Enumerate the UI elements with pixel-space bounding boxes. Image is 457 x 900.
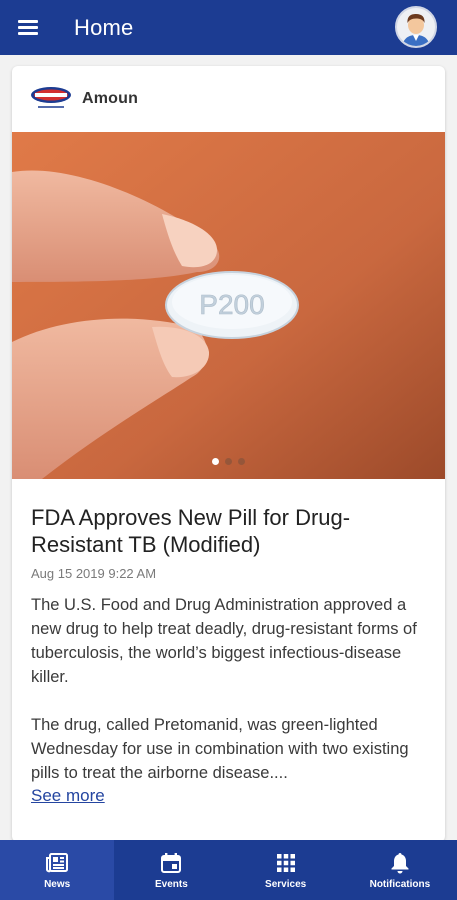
news-card[interactable]: Amoun P200 FDA Approves New Pill for Dru…: [12, 66, 445, 842]
card-header: Amoun: [12, 66, 445, 132]
hamburger-icon: [18, 20, 38, 35]
hero-image-carousel[interactable]: P200: [12, 132, 445, 479]
article-paragraph: The drug, called Pretomanid, was green-l…: [31, 716, 409, 782]
source-name: Amoun: [82, 90, 139, 107]
newspaper-icon: [45, 851, 69, 875]
article-content: FDA Approves New Pill for Drug-Resistant…: [31, 504, 431, 806]
nav-item-services[interactable]: Services: [229, 840, 343, 900]
carousel-dot[interactable]: [212, 458, 219, 465]
grid-icon: [274, 851, 298, 875]
app-bar: Home: [0, 0, 457, 55]
nav-item-news[interactable]: News: [0, 840, 115, 900]
nav-label: Events: [154, 878, 188, 890]
article-date: Aug 15 2019 9:22 AM: [31, 566, 157, 581]
carousel-indicator: [12, 458, 445, 465]
nav-label: Notifications: [369, 878, 431, 890]
nav-label: News: [44, 878, 71, 890]
amoun-logo: [31, 87, 71, 108]
carousel-dot[interactable]: [225, 458, 232, 465]
calendar-icon: [159, 851, 183, 875]
article-headline[interactable]: FDA Approves New Pill for Drug-Resistant…: [31, 504, 431, 558]
article-paragraph: The U.S. Food and Drug Administration ap…: [31, 596, 417, 686]
nav-label: Services: [265, 878, 307, 890]
page-title: Home: [74, 14, 134, 40]
carousel-dot[interactable]: [238, 458, 245, 465]
nav-item-notifications[interactable]: Notifications: [343, 840, 457, 900]
see-more-link[interactable]: See more: [31, 786, 105, 806]
pill-imprint: P200: [199, 289, 264, 320]
nav-item-events[interactable]: Events: [114, 840, 228, 900]
bottom-navigation: News Events Services Notifications: [0, 840, 457, 900]
avatar[interactable]: [395, 6, 437, 48]
bell-icon: [388, 851, 412, 875]
menu-button[interactable]: [0, 0, 56, 55]
pill-photo: P200: [12, 132, 445, 479]
user-avatar-icon: [397, 8, 435, 46]
